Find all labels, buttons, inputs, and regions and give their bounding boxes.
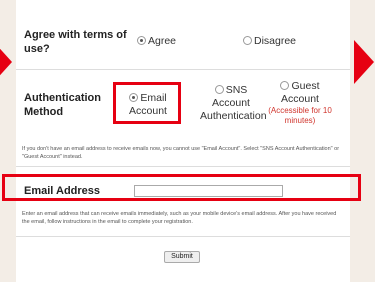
pointer-arrow-left-icon: [0, 40, 12, 84]
sns-label: SNS Account Authentication: [200, 84, 267, 122]
divider: [16, 69, 350, 70]
auth-guest-option[interactable]: Guest Account (Accessible for 10 minutes…: [265, 80, 335, 126]
email-address-label: Email Address: [24, 185, 101, 197]
divider: [16, 166, 350, 167]
email-address-input[interactable]: [134, 185, 283, 197]
guest-note: (Accessible for 10 minutes): [268, 106, 332, 125]
disagree-label: Disagree: [254, 35, 297, 47]
email-account-radio[interactable]: [129, 92, 139, 102]
terms-disagree-option[interactable]: Disagree: [243, 35, 296, 48]
auth-sns-option[interactable]: SNS Account Authentication: [200, 84, 267, 123]
pointer-arrow-right-icon: [354, 40, 374, 84]
divider: [16, 236, 350, 237]
terms-label: Agree with terms of use?: [24, 29, 127, 55]
auth-email-option[interactable]: Email Account: [121, 92, 175, 118]
disagree-radio[interactable]: [243, 35, 252, 45]
email-help-text: Enter an email address that can receive …: [22, 211, 337, 225]
registration-form: Agree with terms of use? Agree Disagree …: [2, 0, 361, 282]
terms-agree-option[interactable]: Agree: [137, 35, 176, 48]
submit-button[interactable]: Submit: [164, 251, 200, 263]
guest-radio[interactable]: [280, 80, 290, 90]
sns-radio[interactable]: [214, 84, 224, 94]
auth-method-label: Authentication Method: [24, 92, 101, 118]
agree-label: Agree: [148, 35, 177, 47]
auth-help-text: If you don't have an email address to re…: [22, 146, 340, 160]
agree-radio[interactable]: [137, 35, 146, 45]
